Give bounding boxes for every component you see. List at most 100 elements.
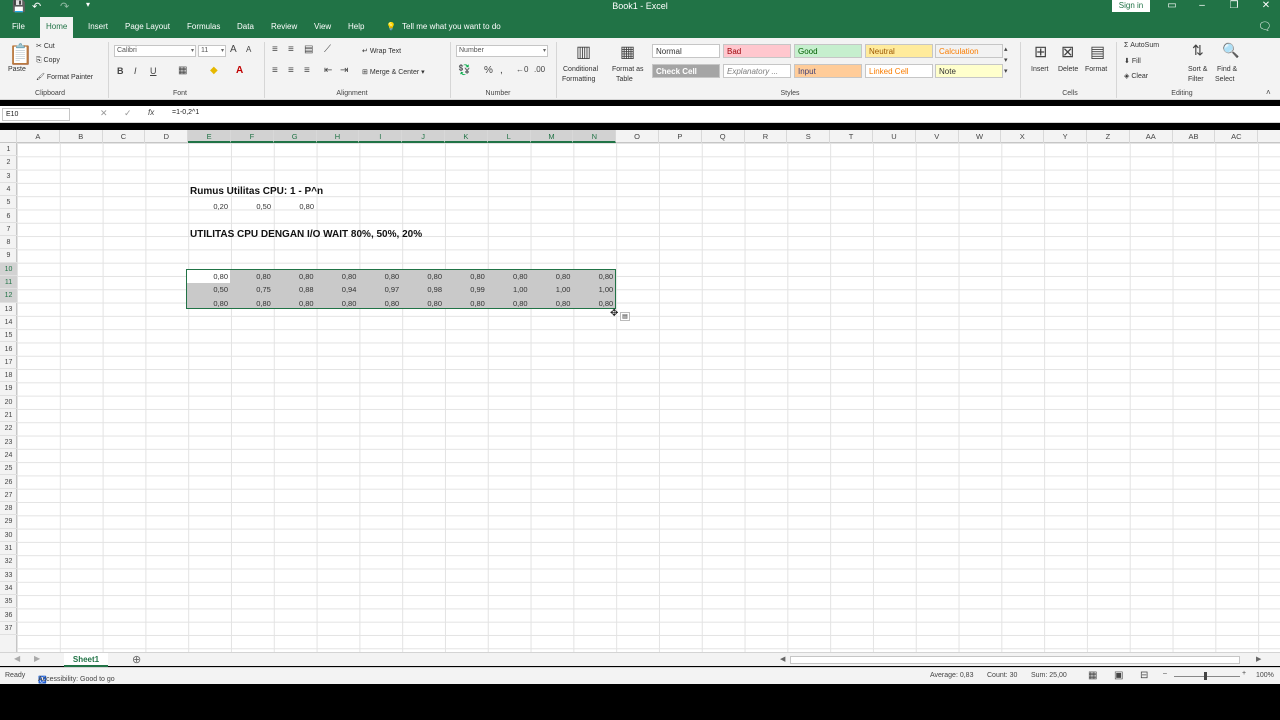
row-header[interactable]: 26 xyxy=(0,476,17,489)
table-cell[interactable]: 0,80 xyxy=(490,299,528,308)
close-icon[interactable]: ✕ xyxy=(1254,0,1278,11)
table-cell[interactable]: 0,94 xyxy=(318,285,357,294)
column-header[interactable]: Y xyxy=(1044,130,1087,143)
column-header[interactable]: U xyxy=(873,130,916,143)
name-box[interactable]: E10 xyxy=(2,108,70,121)
styles-scroll-icon[interactable]: ▴ ▾ ▾ xyxy=(1004,44,1008,77)
paste-button[interactable]: Paste xyxy=(8,66,26,73)
table-cell[interactable]: 0,80 xyxy=(575,299,614,308)
style-good[interactable]: Good xyxy=(794,44,862,58)
row-header[interactable]: 37 xyxy=(0,622,17,636)
column-header[interactable]: V xyxy=(916,130,959,143)
prev-sheet-icon[interactable]: ◀ xyxy=(14,654,20,663)
sort-filter-icon[interactable]: ⇅ xyxy=(1192,42,1204,59)
row-header[interactable]: 36 xyxy=(0,609,17,622)
style-explanatory[interactable]: Explanatory ... xyxy=(723,64,791,78)
style-check-cell[interactable]: Check Cell xyxy=(652,64,720,78)
select-all-corner[interactable] xyxy=(0,130,17,143)
style-bad[interactable]: Bad xyxy=(723,44,791,58)
table-cell[interactable]: 0,80 xyxy=(190,299,228,308)
merge-center-button[interactable]: ⊞ Merge & Center ▾ xyxy=(362,68,425,76)
column-header[interactable]: S xyxy=(787,130,831,143)
row-header[interactable]: 19 xyxy=(0,382,17,396)
row-header[interactable]: 1 xyxy=(0,143,17,157)
scroll-right-icon[interactable]: ▶ xyxy=(1256,655,1261,663)
column-header[interactable]: N xyxy=(573,130,617,143)
delete-cells-button[interactable]: Delete xyxy=(1058,66,1078,73)
table-cell[interactable]: 0,80 xyxy=(276,299,314,308)
table-cell[interactable]: 0,80 xyxy=(276,272,314,281)
collapse-ribbon-icon[interactable]: ˄ xyxy=(1266,88,1271,97)
row-header[interactable]: 29 xyxy=(0,515,17,529)
row-header[interactable]: 15 xyxy=(0,329,17,343)
wrap-text-button[interactable]: ↵ Wrap Text xyxy=(362,47,401,55)
column-header[interactable]: T xyxy=(830,130,873,143)
scroll-left-icon[interactable]: ◀ xyxy=(780,655,785,663)
orientation-icon[interactable]: ⟋ xyxy=(324,44,331,55)
style-normal[interactable]: Normal xyxy=(652,44,720,58)
find-select-icon[interactable]: 🔍 xyxy=(1222,42,1239,59)
table-cell[interactable]: 0,80 xyxy=(490,272,528,281)
tab-formulas[interactable]: Formulas xyxy=(181,20,226,38)
font-color-icon[interactable]: A xyxy=(236,65,243,76)
find-select-label2[interactable]: Select xyxy=(1215,76,1234,83)
cancel-icon[interactable]: ✕ xyxy=(100,108,108,119)
row-header[interactable]: 10 xyxy=(0,262,17,276)
column-header[interactable]: R xyxy=(745,130,788,143)
column-header[interactable]: E xyxy=(188,130,231,143)
row-header[interactable]: 11 xyxy=(0,276,17,290)
row-header[interactable]: 5 xyxy=(0,196,17,210)
sort-filter-label2[interactable]: Filter xyxy=(1188,76,1204,83)
increase-indent-icon[interactable]: ⇥ xyxy=(340,65,348,76)
enter-icon[interactable]: ✓ xyxy=(124,108,132,119)
column-header[interactable]: D xyxy=(145,130,189,143)
clear-button[interactable]: ◈ Clear xyxy=(1124,72,1148,80)
tell-me-search[interactable]: Tell me what you want to do xyxy=(396,20,507,38)
row-header[interactable]: 7 xyxy=(0,223,17,237)
table-cell[interactable]: 0,88 xyxy=(276,285,314,294)
table-cell[interactable]: 0,80 xyxy=(404,272,442,281)
maximize-icon[interactable]: ❐ xyxy=(1222,0,1246,11)
column-header[interactable]: C xyxy=(103,130,146,143)
table-cell[interactable]: 0,80 xyxy=(447,299,485,308)
column-header[interactable]: M xyxy=(530,130,574,143)
row-header[interactable]: 20 xyxy=(0,396,17,409)
table-cell[interactable]: 1,00 xyxy=(490,285,528,294)
zoom-out-icon[interactable]: – xyxy=(1163,670,1167,677)
row-header[interactable]: 30 xyxy=(0,529,17,542)
style-neutral[interactable]: Neutral xyxy=(865,44,933,58)
table-cell[interactable]: 0,50 xyxy=(190,285,228,294)
row-header[interactable]: 25 xyxy=(0,462,17,476)
number-format-select[interactable]: Number ▾ xyxy=(456,45,548,57)
style-note[interactable]: Note xyxy=(935,64,1003,78)
table-cell[interactable]: 0,80 xyxy=(447,272,485,281)
table-cell[interactable]: 0,80 xyxy=(233,272,271,281)
cell-p-value[interactable]: 0,20 xyxy=(190,202,228,211)
column-header[interactable]: Z xyxy=(1087,130,1130,143)
formula-input[interactable]: =1-0,2^1 xyxy=(172,109,199,116)
font-size-select[interactable]: 11 ▾ xyxy=(198,45,226,57)
column-header[interactable]: F xyxy=(231,130,274,143)
row-header[interactable]: 8 xyxy=(0,236,17,250)
conditional-formatting-icon[interactable]: ▥ xyxy=(576,42,591,62)
column-header[interactable]: H xyxy=(316,130,360,143)
table-cell[interactable]: 0,80 xyxy=(361,272,400,281)
align-bottom-icon[interactable]: ▤ xyxy=(304,44,313,55)
column-header[interactable]: AB xyxy=(1173,130,1216,143)
zoom-slider-thumb[interactable] xyxy=(1204,672,1207,680)
tab-page-layout[interactable]: Page Layout xyxy=(119,20,176,38)
table-cell[interactable]: 0,80 xyxy=(532,272,571,281)
ribbon-display-icon[interactable]: ▭ xyxy=(1160,0,1184,11)
row-header[interactable]: 28 xyxy=(0,502,17,516)
paste-icon[interactable]: 📋 xyxy=(8,42,33,67)
table-cell[interactable]: 0,98 xyxy=(404,285,442,294)
fill-color-icon[interactable]: ◆ xyxy=(210,65,218,76)
style-input[interactable]: Input xyxy=(794,64,862,78)
tab-help[interactable]: Help xyxy=(342,20,370,38)
sort-filter-label1[interactable]: Sort & xyxy=(1188,66,1207,73)
row-header[interactable]: 27 xyxy=(0,489,17,503)
add-sheet-icon[interactable]: ⊕ xyxy=(132,653,141,666)
align-top-icon[interactable]: ≡ xyxy=(272,44,278,55)
sign-in-button[interactable]: Sign in xyxy=(1112,0,1150,12)
row-header[interactable]: 16 xyxy=(0,343,17,356)
